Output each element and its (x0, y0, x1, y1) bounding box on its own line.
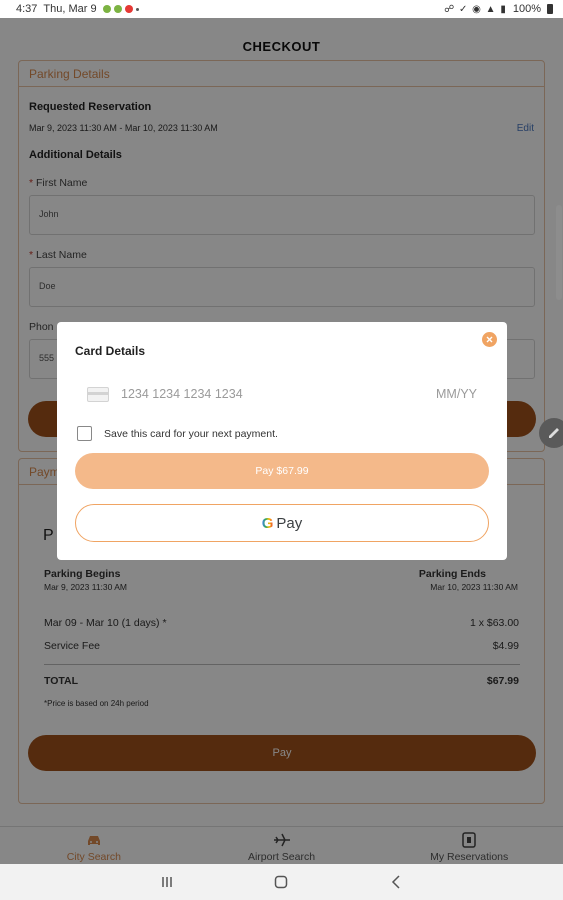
status-right: ☍ ✓ ◉ ▲ ▮ 100% (444, 3, 553, 15)
back-button[interactable] (381, 872, 411, 892)
more-notifications-icon (135, 7, 139, 11)
modal-title: Card Details (75, 344, 146, 358)
android-icon (113, 5, 122, 13)
save-card-label: Save this card for your next payment. (104, 427, 278, 440)
google-pay-label: Pay (276, 514, 303, 532)
close-button[interactable] (482, 332, 497, 347)
save-card-row[interactable]: Save this card for your next payment. (77, 426, 278, 441)
card-details-modal: Card Details 1234 1234 1234 1234 MM/YY S… (57, 322, 507, 560)
system-status-icons: ☍ ✓ ◉ ▲ ▮ (444, 3, 507, 15)
card-expiry-input[interactable]: MM/YY (436, 387, 477, 401)
modal-pay-button[interactable]: Pay $67.99 (75, 453, 489, 489)
notification-icons (102, 5, 139, 13)
credit-card-icon (87, 386, 109, 402)
google-g-letter: G (261, 514, 274, 532)
app-notification-icon (124, 5, 133, 13)
floating-edit-button[interactable] (539, 418, 563, 448)
home-icon (275, 875, 288, 889)
back-icon (391, 875, 400, 889)
recent-apps-button[interactable] (152, 872, 182, 892)
pencil-icon (549, 428, 559, 438)
system-nav-bar (0, 864, 563, 900)
save-card-checkbox[interactable] (77, 426, 92, 441)
battery-level: 100% (512, 3, 541, 15)
home-button[interactable] (266, 872, 296, 892)
battery-icon (547, 4, 553, 14)
card-input-row[interactable]: 1234 1234 1234 1234 MM/YY (87, 384, 477, 404)
scrollbar-handle[interactable] (556, 205, 562, 300)
close-icon (486, 336, 493, 343)
android-icon (102, 5, 111, 13)
status-time: 4:37 (16, 3, 38, 15)
recent-apps-icon (162, 877, 172, 887)
status-date: Thu, Mar 9 (43, 3, 97, 15)
google-pay-button[interactable]: G Pay (75, 504, 489, 542)
status-bar: 4:37 Thu, Mar 9 ☍ ✓ ◉ ▲ ▮ 100% (0, 0, 563, 18)
status-left: 4:37 Thu, Mar 9 (16, 3, 139, 15)
card-number-input[interactable]: 1234 1234 1234 1234 (121, 387, 436, 401)
google-g-icon: G (262, 515, 274, 532)
